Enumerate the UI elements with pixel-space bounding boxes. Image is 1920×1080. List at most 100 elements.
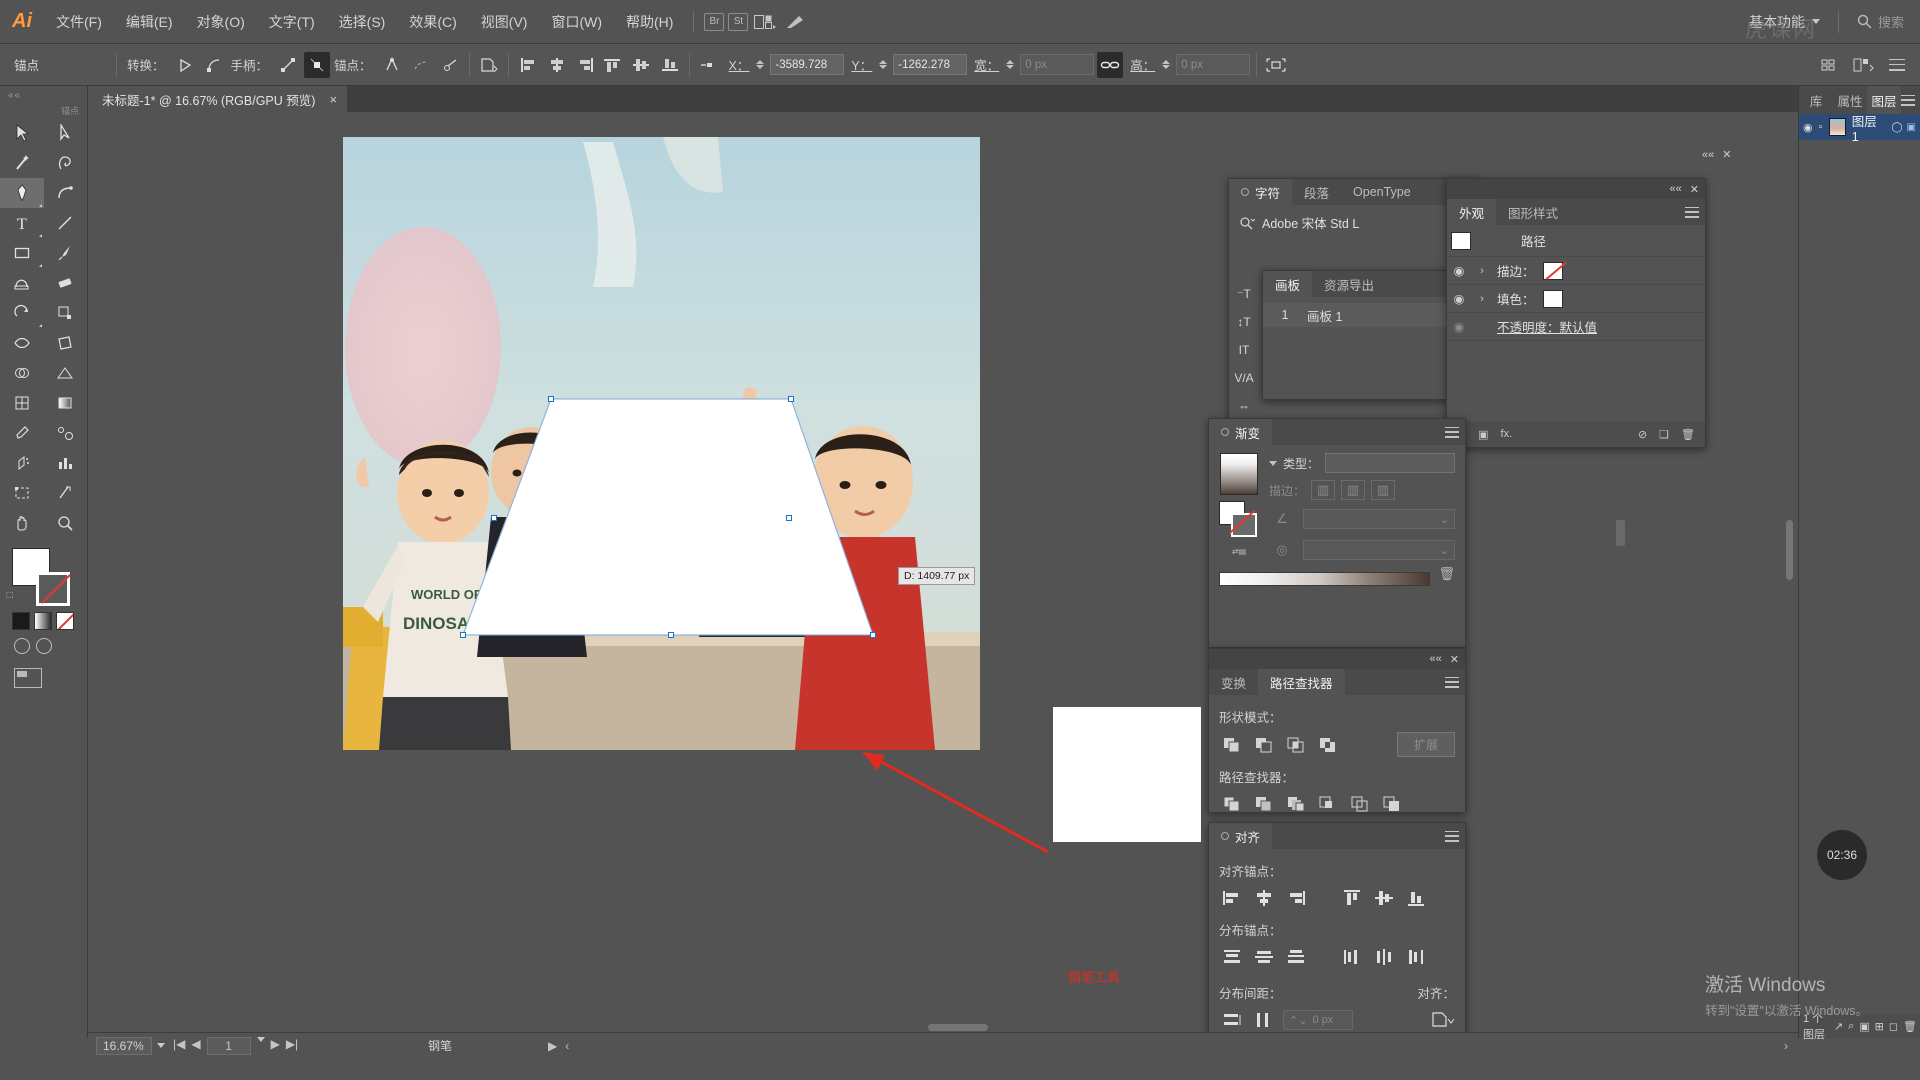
column-graph-tool[interactable] bbox=[44, 448, 88, 478]
last-artboard-icon[interactable]: ▶| bbox=[286, 1037, 298, 1055]
isolate-selected-icon[interactable] bbox=[1263, 52, 1289, 78]
transform-icon[interactable] bbox=[476, 52, 502, 78]
anchor-point[interactable] bbox=[788, 396, 794, 402]
free-transform-tool[interactable] bbox=[44, 328, 88, 358]
close-icon[interactable]: × bbox=[329, 92, 337, 107]
gradient-aspect-input[interactable]: ⌄ bbox=[1303, 540, 1455, 560]
perspective-grid-tool[interactable] bbox=[44, 358, 88, 388]
align-bottom-icon[interactable] bbox=[657, 52, 683, 78]
chevron-right-icon[interactable]: › bbox=[1475, 265, 1489, 277]
artboard-tool[interactable] bbox=[0, 478, 44, 508]
convert-to-corner-icon[interactable] bbox=[172, 52, 198, 78]
align-top-icon[interactable] bbox=[1339, 886, 1365, 910]
y-input[interactable]: -1262.278 bbox=[893, 54, 968, 75]
tab-gradient[interactable]: 渐变 bbox=[1209, 419, 1273, 445]
align-right-icon[interactable] bbox=[1283, 886, 1309, 910]
direct-selection-tool[interactable] bbox=[44, 118, 88, 148]
gradient-slider[interactable] bbox=[1219, 572, 1431, 586]
gradient-panel[interactable]: 渐变 ⇄▤ 类型： 描边： ▥ ▥ ▥ ∠ ⌄ ◎ ⌄ 🗑 bbox=[1208, 418, 1466, 648]
tab-libraries[interactable]: 库 bbox=[1799, 86, 1833, 114]
distribute-left-icon[interactable] bbox=[1339, 945, 1365, 969]
artboard[interactable]: WORLD OF DINOSAURS bbox=[343, 137, 980, 750]
line-segment-tool[interactable] bbox=[44, 208, 88, 238]
menu-window[interactable]: 窗口(W) bbox=[539, 0, 614, 44]
font-size-icon[interactable]: ⁻T bbox=[1228, 280, 1260, 308]
align-vertical-center-icon[interactable] bbox=[1371, 886, 1397, 910]
y-stepper[interactable] bbox=[879, 60, 888, 69]
menu-help[interactable]: 帮助(H) bbox=[614, 0, 685, 44]
tab-pathfinder[interactable]: 路径查找器 bbox=[1258, 669, 1345, 695]
arrange-documents-icon[interactable] bbox=[752, 9, 778, 35]
distribute-vertical-center-icon[interactable] bbox=[1251, 945, 1277, 969]
rotate-tool[interactable] bbox=[0, 298, 44, 328]
crop-icon[interactable] bbox=[1315, 792, 1341, 816]
create-new-layer-icon[interactable]: ◻ bbox=[1889, 1020, 1898, 1033]
duplicate-item-icon[interactable]: ❏ bbox=[1659, 428, 1669, 441]
align-horizontal-center-icon[interactable] bbox=[1251, 886, 1277, 910]
delete-stop-icon[interactable]: 🗑 bbox=[1438, 566, 1455, 582]
make-clipping-mask-icon[interactable]: ▣ bbox=[1859, 1020, 1869, 1033]
distribute-bottom-icon[interactable] bbox=[1283, 945, 1309, 969]
panel-menu-button[interactable] bbox=[1901, 86, 1920, 114]
create-new-sublayer-icon[interactable]: ⊞ bbox=[1875, 1020, 1884, 1033]
remove-anchor-icon[interactable] bbox=[379, 52, 405, 78]
panel-menu-button[interactable] bbox=[1445, 419, 1465, 445]
appearance-row-stroke[interactable]: ◉ › 描边： bbox=[1447, 257, 1705, 285]
appearance-row-path[interactable]: 路径 bbox=[1447, 225, 1705, 257]
convert-to-smooth-icon[interactable] bbox=[201, 52, 227, 78]
tab-character[interactable]: 字符 bbox=[1229, 179, 1293, 205]
anchor-point[interactable] bbox=[460, 632, 466, 638]
selection-tool[interactable] bbox=[0, 118, 44, 148]
shaper-tool[interactable] bbox=[0, 268, 44, 298]
panel-menu-button[interactable] bbox=[1445, 823, 1465, 849]
stroke-swatch[interactable] bbox=[36, 572, 70, 606]
tab-graphic-styles[interactable]: 图形样式 bbox=[1496, 199, 1570, 225]
secondary-white-rectangle[interactable] bbox=[1053, 707, 1201, 842]
intersect-icon[interactable] bbox=[1283, 733, 1309, 757]
minus-front-icon[interactable] bbox=[1251, 733, 1277, 757]
menu-view[interactable]: 视图(V) bbox=[469, 0, 540, 44]
trapezoid-path[interactable] bbox=[343, 137, 980, 750]
anchor-point-right[interactable] bbox=[786, 515, 792, 521]
vertical-scale-icon[interactable]: IT bbox=[1228, 336, 1260, 364]
distribute-top-icon[interactable] bbox=[1219, 945, 1245, 969]
type-tool[interactable]: T bbox=[0, 208, 44, 238]
gradient-angle-input[interactable]: ⌄ bbox=[1303, 509, 1455, 529]
height-input[interactable]: 0 px bbox=[1176, 54, 1251, 75]
gradient-preview-swatch[interactable] bbox=[1220, 453, 1258, 495]
merge-icon[interactable] bbox=[1283, 792, 1309, 816]
appearance-row-fill[interactable]: ◉ › 填色： bbox=[1447, 285, 1705, 313]
symbol-sprayer-tool[interactable] bbox=[0, 448, 44, 478]
menu-object[interactable]: 对象(O) bbox=[185, 0, 257, 44]
blend-tool[interactable] bbox=[44, 418, 88, 448]
fill-swatch[interactable] bbox=[1542, 289, 1563, 308]
menu-select[interactable]: 选择(S) bbox=[327, 0, 398, 44]
align-left-icon[interactable] bbox=[1219, 886, 1245, 910]
outline-icon[interactable] bbox=[1347, 792, 1373, 816]
color-button[interactable] bbox=[12, 612, 30, 630]
align-right-icon[interactable] bbox=[573, 52, 599, 78]
align-left-icon[interactable] bbox=[515, 52, 541, 78]
curvature-tool[interactable] bbox=[44, 178, 88, 208]
tab-align[interactable]: 对齐 bbox=[1209, 823, 1273, 849]
distribute-horizontal-center-icon[interactable] bbox=[1371, 945, 1397, 969]
reverse-gradient-icon[interactable]: ⇄▤ bbox=[1232, 547, 1246, 556]
exclude-icon[interactable] bbox=[1315, 733, 1341, 757]
anchor-point[interactable] bbox=[548, 396, 554, 402]
gradient-tool[interactable] bbox=[44, 388, 88, 418]
status-scroll-right-icon[interactable]: › bbox=[1784, 1039, 1788, 1053]
eye-icon-disabled[interactable]: ◉ bbox=[1451, 319, 1467, 335]
gradient-presets-chevron-icon[interactable] bbox=[1269, 460, 1277, 466]
draw-behind-icon[interactable] bbox=[36, 638, 52, 654]
document-tab[interactable]: 未标题-1* @ 16.67% (RGB/GPU 预览) × bbox=[88, 86, 348, 112]
eye-icon[interactable]: ◉ bbox=[1803, 121, 1813, 134]
target-icon[interactable]: ◯ bbox=[1891, 122, 1902, 133]
vertical-scrollbar[interactable] bbox=[1786, 520, 1793, 580]
shape-builder-tool[interactable] bbox=[0, 358, 44, 388]
leading-icon[interactable]: ↕T bbox=[1228, 308, 1260, 336]
pathfinder-panel[interactable]: «« ✕ 变换 路径查找器 形状模式： 扩展 路径查找器： bbox=[1208, 648, 1466, 813]
width-input[interactable]: 0 px bbox=[1020, 54, 1095, 75]
layer-row[interactable]: ◉ ▫ 图层 1 ◯ ▣ bbox=[1799, 114, 1920, 144]
clear-appearance-icon[interactable]: ⊘ bbox=[1638, 428, 1647, 441]
stock-icon[interactable]: St bbox=[728, 12, 749, 31]
